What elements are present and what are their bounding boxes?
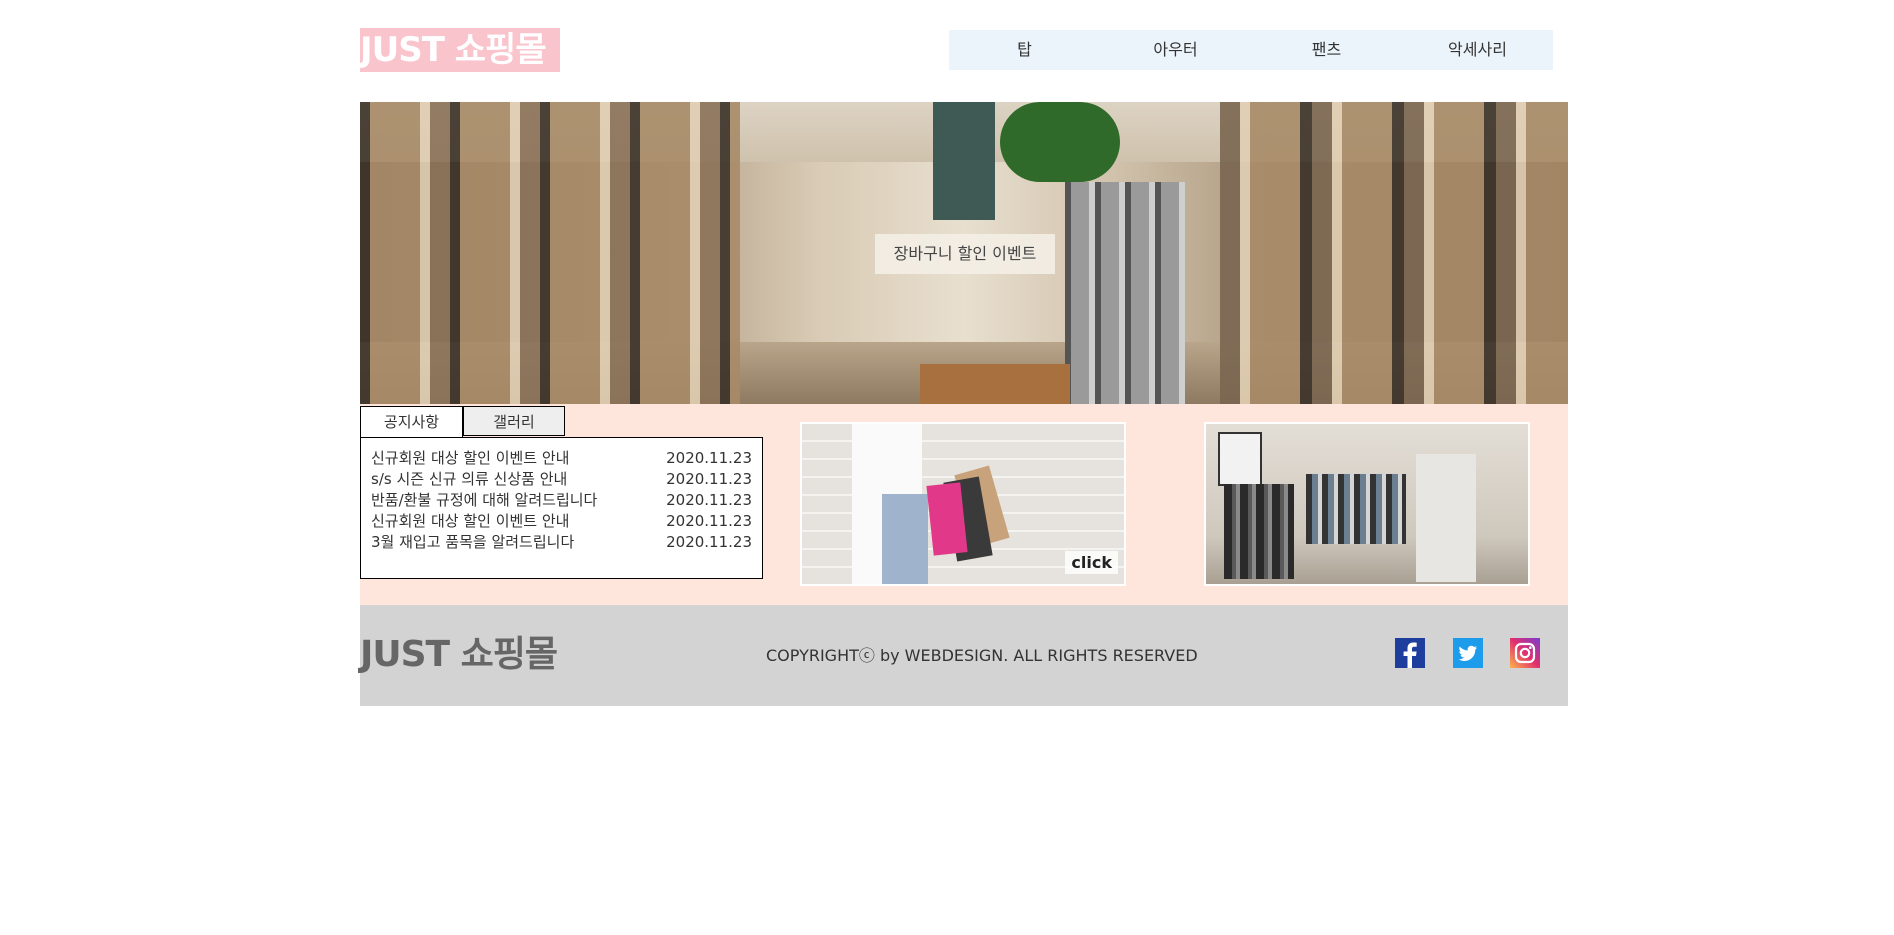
thumb-bag: [926, 482, 968, 556]
instagram-icon[interactable]: [1510, 638, 1540, 668]
notice-date: 2020.11.23: [666, 533, 752, 551]
content-section: 공지사항 갤러리 신규회원 대상 할인 이벤트 안내 2020.11.23 s/…: [360, 404, 1568, 605]
list-item[interactable]: 신규회원 대상 할인 이벤트 안내 2020.11.23: [371, 511, 752, 532]
click-button[interactable]: click: [1065, 551, 1118, 574]
list-item[interactable]: 신규회원 대상 할인 이벤트 안내 2020.11.23: [371, 448, 752, 469]
notice-title: 반품/환불 규정에 대해 알려드립니다: [371, 491, 598, 509]
thumb-jeans: [882, 494, 928, 584]
copyright-text: COPYRIGHTⓒ by WEBDESIGN. ALL RIGHTS RESE…: [766, 646, 1198, 665]
notice-date: 2020.11.23: [666, 449, 752, 467]
notice-list: 신규회원 대상 할인 이벤트 안내 2020.11.23 s/s 시즌 신규 의…: [360, 437, 763, 579]
nav-item-accessories[interactable]: 악세사리: [1402, 30, 1553, 70]
notice-date: 2020.11.23: [666, 491, 752, 509]
thumb-clothing-rack: [1224, 484, 1294, 579]
thumb-poster: [1218, 432, 1262, 486]
gallery-image-store[interactable]: [1204, 422, 1530, 586]
banner-event-label[interactable]: 장바구니 할인 이벤트: [875, 234, 1055, 274]
notice-title: 신규회원 대상 할인 이벤트 안내: [371, 449, 570, 467]
main-nav: 탑 아우터 팬츠 악세사리: [949, 30, 1553, 70]
banner-hanging-sign: [933, 102, 995, 220]
notice-title: s/s 시즌 신규 의류 신상품 안내: [371, 470, 568, 488]
nav-item-pants[interactable]: 팬츠: [1251, 30, 1402, 70]
page-container: JUST 쇼핑몰 탑 아우터 팬츠 악세사리 장바구니 할인 이벤트 공지사항 …: [360, 0, 1568, 935]
gallery-image-shopping[interactable]: click: [800, 422, 1126, 586]
banner-left-storefronts: [360, 102, 740, 404]
main-banner-image: 장바구니 할인 이벤트: [360, 102, 1568, 404]
banner-counter: [920, 364, 1070, 404]
notice-title: 신규회원 대상 할인 이벤트 안내: [371, 512, 570, 530]
tab-notice[interactable]: 공지사항: [360, 406, 463, 439]
notice-tabs: 공지사항 갤러리: [360, 406, 565, 439]
footer-logo: JUST 쇼핑몰: [360, 634, 558, 675]
nav-item-top[interactable]: 탑: [949, 30, 1100, 70]
list-item[interactable]: 반품/환불 규정에 대해 알려드립니다 2020.11.23: [371, 490, 752, 511]
banner-right-storefronts: [1220, 102, 1568, 404]
banner-tree: [1000, 102, 1120, 182]
thumb-clothing-rack: [1306, 474, 1406, 544]
notice-title: 3월 재입고 품목을 알려드립니다: [371, 533, 575, 551]
twitter-icon[interactable]: [1453, 638, 1483, 668]
notice-date: 2020.11.23: [666, 470, 752, 488]
thumb-doorway: [1416, 454, 1476, 582]
site-logo[interactable]: JUST 쇼핑몰: [360, 28, 560, 72]
list-item[interactable]: 3월 재입고 품목을 알려드립니다 2020.11.23: [371, 532, 752, 553]
footer: JUST 쇼핑몰 COPYRIGHTⓒ by WEBDESIGN. ALL RI…: [360, 605, 1568, 706]
nav-item-outer[interactable]: 아우터: [1100, 30, 1251, 70]
banner-escalator: [1065, 182, 1185, 404]
facebook-icon[interactable]: [1395, 638, 1425, 668]
notice-date: 2020.11.23: [666, 512, 752, 530]
tab-gallery[interactable]: 갤러리: [463, 406, 565, 436]
list-item[interactable]: s/s 시즌 신규 의류 신상품 안내 2020.11.23: [371, 469, 752, 490]
